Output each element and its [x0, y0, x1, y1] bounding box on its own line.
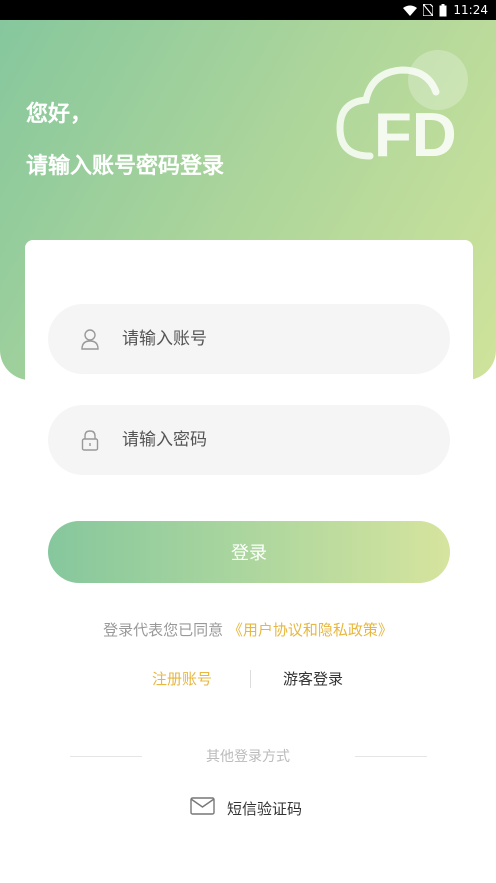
- user-icon: [80, 328, 100, 350]
- account-input[interactable]: [122, 329, 422, 349]
- sms-login-button[interactable]: 短信验证码: [190, 796, 302, 820]
- battery-icon: [439, 3, 447, 17]
- agreement-prefix: 登录代表您已同意: [103, 621, 224, 639]
- lock-icon: [80, 429, 100, 451]
- greeting-title: 您好，: [26, 102, 93, 127]
- login-button[interactable]: 登录: [48, 521, 450, 583]
- status-bar: 11:24: [0, 0, 496, 20]
- sms-login-label: 短信验证码: [227, 799, 303, 818]
- secondary-links: 注册账号 游客登录: [0, 668, 496, 690]
- policy-link[interactable]: 《用户协议和隐私政策》: [228, 621, 393, 639]
- mail-icon: [190, 797, 215, 819]
- no-sim-icon: [423, 4, 434, 16]
- guest-login-link[interactable]: 游客登录: [283, 668, 343, 689]
- divider-line-right: [355, 756, 427, 757]
- password-input[interactable]: [122, 430, 422, 450]
- wifi-icon: [403, 5, 418, 16]
- app-logo: FD: [336, 50, 468, 166]
- register-link[interactable]: 注册账号: [152, 668, 212, 689]
- links-divider: [250, 670, 251, 688]
- agreement-text: 登录代表您已同意 《用户协议和隐私政策》: [0, 619, 496, 640]
- logo-text: FD: [374, 101, 457, 166]
- password-field[interactable]: [48, 405, 450, 475]
- status-time: 11:24: [453, 3, 488, 17]
- login-card: [25, 240, 473, 540]
- greeting-subtitle: 请输入账号密码登录: [26, 154, 225, 179]
- other-login-divider: 其他登录方式: [0, 745, 496, 767]
- account-field[interactable]: [48, 304, 450, 374]
